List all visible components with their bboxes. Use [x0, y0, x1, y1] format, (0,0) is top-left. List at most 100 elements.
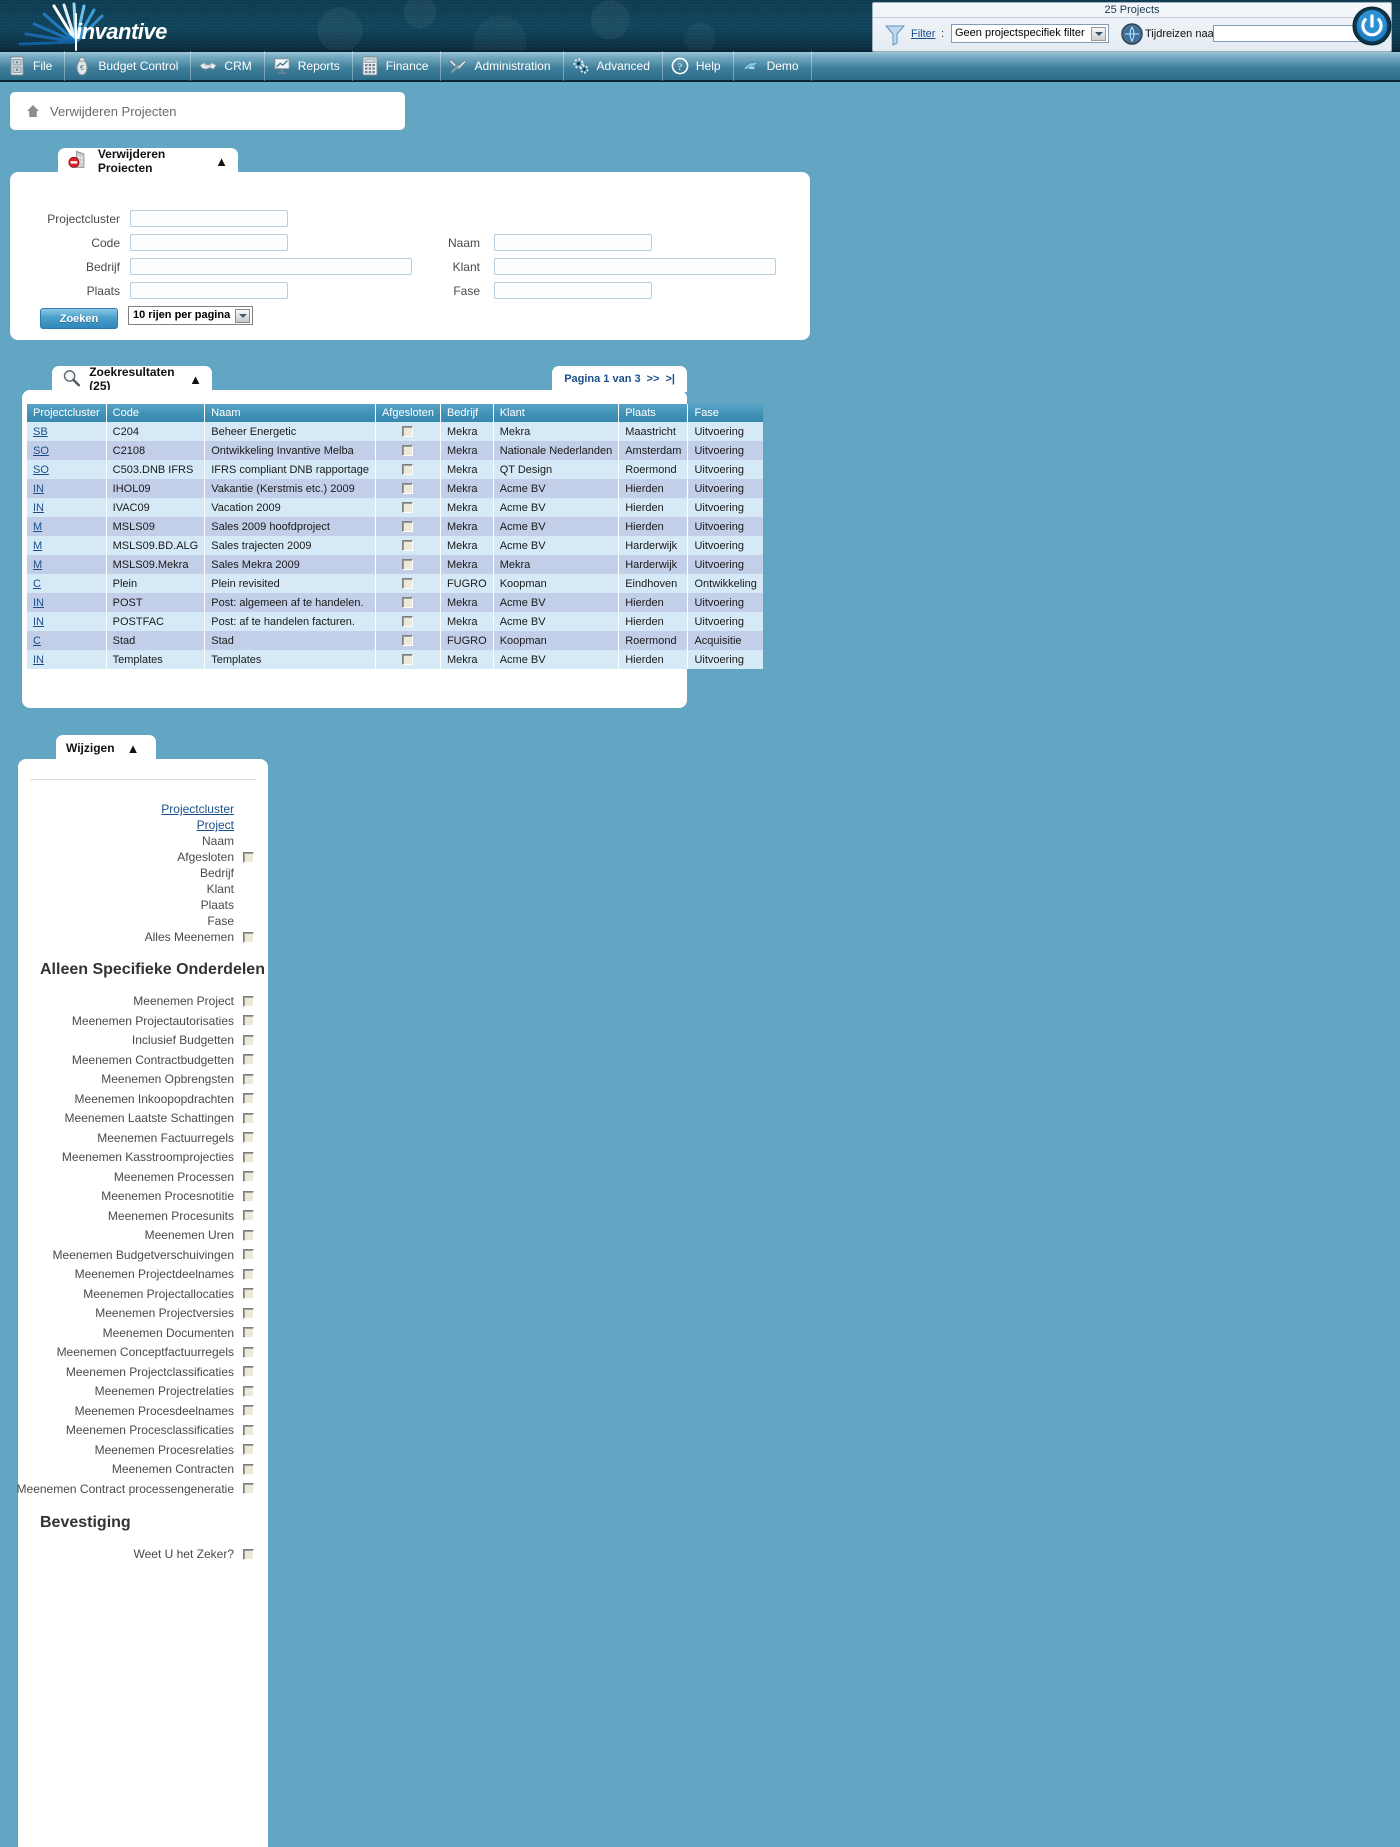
wijzigen-specific-7-row[interactable]: Meenemen Factuurregels — [97, 1130, 254, 1146]
col-projectcluster[interactable]: Projectcluster — [27, 404, 107, 422]
wijzigen-specific-25-row[interactable]: Meenemen Contract processengeneratie — [17, 1481, 254, 1497]
projectcluster-link[interactable]: IN — [33, 654, 44, 666]
table-row[interactable]: SB C204 Beheer Energetic Mekra Mekra Maastric… — [27, 422, 763, 441]
table-row[interactable]: SO C2108 Ontwikkeling Invantive Melba Mekra… — [27, 441, 763, 460]
wijzigen-specific-19-row[interactable]: Meenemen Projectclassificaties — [66, 1364, 254, 1380]
wijzigen-specific-25-checkbox[interactable] — [243, 1483, 254, 1494]
projectcluster-link[interactable]: M — [33, 559, 42, 571]
wijzigen-specific-3-row[interactable]: Meenemen Contractbudgetten — [72, 1052, 254, 1068]
wijzigen-specific-5-checkbox[interactable] — [243, 1093, 254, 1104]
wijzigen-specific-4-row[interactable]: Meenemen Opbrengsten — [101, 1071, 254, 1087]
menu-item-crm[interactable]: CRM — [191, 51, 265, 81]
wijzigen-specific-7-checkbox[interactable] — [243, 1132, 254, 1143]
wijzigen-specific-3-checkbox[interactable] — [243, 1054, 254, 1065]
wijzigen-specific-8-row[interactable]: Meenemen Kasstroomprojecties — [62, 1149, 254, 1165]
chevron-up-icon[interactable]: ▲ — [189, 372, 202, 387]
wijzigen-specific-24-checkbox[interactable] — [243, 1463, 254, 1475]
wijzigen-specific-15-row[interactable]: Meenemen Projectallocaties — [83, 1286, 254, 1302]
wijzigen-field-3-row[interactable]: Afgesloten — [177, 849, 254, 865]
input-fase[interactable] — [494, 282, 652, 299]
checkbox-afgesloten[interactable] — [402, 597, 414, 609]
wijzigen-specific-24-row[interactable]: Meenemen Contracten — [112, 1461, 254, 1477]
wijzigen-specific-8-checkbox[interactable] — [243, 1151, 254, 1163]
project-filter-select[interactable]: Geen projectspecifiek filter — [951, 24, 1109, 43]
projectcluster-link[interactable]: C — [33, 635, 41, 647]
rows-per-page-select[interactable]: 10 rijen per pagina — [128, 306, 253, 325]
projectcluster-link[interactable]: IN — [33, 483, 44, 495]
wijzigen-specific-13-row[interactable]: Meenemen Budgetverschuivingen — [53, 1247, 254, 1263]
wijzigen-specific-9-row[interactable]: Meenemen Processen — [114, 1169, 254, 1185]
wijzigen-specific-11-checkbox[interactable] — [243, 1210, 254, 1221]
table-row[interactable]: IN POST Post: algemeen af te handelen. Mekr… — [27, 593, 763, 612]
wijzigen-specific-2-row[interactable]: Inclusief Budgetten — [132, 1032, 254, 1048]
results-panel-tab[interactable]: Zoekresultaten (25) ▲ — [52, 365, 212, 393]
pagination-next[interactable]: >> — [647, 373, 660, 385]
wijzigen-specific-23-checkbox[interactable] — [243, 1444, 254, 1455]
chevron-up-icon[interactable]: ▲ — [215, 154, 228, 169]
wijzigen-specific-9-checkbox[interactable] — [243, 1171, 254, 1182]
wijzigen-field-3-checkbox[interactable] — [243, 851, 254, 863]
menu-item-reports[interactable]: Reports — [265, 51, 353, 81]
chevron-up-icon[interactable]: ▲ — [127, 741, 140, 756]
wijzigen-specific-22-row[interactable]: Meenemen Procesclassificaties — [66, 1422, 254, 1438]
checkbox-afgesloten[interactable] — [402, 578, 414, 590]
projectcluster-link[interactable]: M — [33, 521, 42, 533]
wijzigen-specific-5-row[interactable]: Meenemen Inkoopopdrachten — [75, 1091, 254, 1107]
wijzigen-specific-14-row[interactable]: Meenemen Projectdeelnames — [75, 1266, 254, 1282]
wijzigen-specific-0-checkbox[interactable] — [243, 995, 254, 1007]
wijzigen-specific-1-row[interactable]: Meenemen Projectautorisaties — [72, 1013, 254, 1029]
checkbox-afgesloten[interactable] — [402, 521, 414, 533]
wijzigen-specific-16-checkbox[interactable] — [243, 1307, 254, 1319]
wijzigen-specific-17-checkbox[interactable] — [243, 1327, 254, 1338]
checkbox-afgesloten[interactable] — [402, 540, 414, 552]
table-row[interactable]: IN POSTFAC Post: af te handelen facturen. M… — [27, 612, 763, 631]
checkbox-afgesloten[interactable] — [402, 445, 414, 457]
menu-item-finance[interactable]: Finance — [353, 51, 442, 81]
wijzigen-specific-14-checkbox[interactable] — [243, 1268, 254, 1280]
wijzigen-field-8-row[interactable]: Alles Meenemen — [145, 929, 254, 945]
wijzigen-panel-tab[interactable]: Wijzigen ▲ — [56, 735, 156, 761]
search-panel-tab[interactable]: Verwijderen Projecten ▲ — [58, 147, 238, 175]
wijzigen-specific-12-row[interactable]: Meenemen Uren — [145, 1227, 254, 1243]
wijzigen-specific-0-row[interactable]: Meenemen Project — [133, 993, 254, 1009]
wijzigen-specific-10-checkbox[interactable] — [243, 1190, 254, 1202]
projectcluster-link[interactable]: IN — [33, 616, 44, 628]
wijzigen-confirm-0-row[interactable]: Weet U het Zeker? — [134, 1546, 254, 1562]
projectcluster-link[interactable]: IN — [33, 502, 44, 514]
col-klant[interactable]: Klant — [493, 404, 620, 422]
table-row[interactable]: C Stad Stad FUGRO Koopman Roermond Acquisitie — [27, 631, 763, 650]
wijzigen-specific-21-row[interactable]: Meenemen Procesdeelnames — [75, 1403, 254, 1419]
pagination-last[interactable]: >| — [665, 373, 675, 385]
input-code[interactable] — [130, 234, 288, 251]
wijzigen-specific-17-row[interactable]: Meenemen Documenten — [103, 1325, 254, 1341]
menu-item-demo[interactable]: Demo — [734, 51, 812, 81]
wijzigen-specific-6-checkbox[interactable] — [243, 1112, 254, 1124]
input-projectcluster[interactable] — [130, 210, 288, 227]
chevron-down-icon[interactable] — [1091, 27, 1106, 41]
table-row[interactable]: IN Templates Templates Mekra Acme BV Hierden U… — [27, 650, 763, 669]
projectcluster-link[interactable]: M — [33, 540, 42, 552]
checkbox-afgesloten[interactable] — [402, 559, 414, 571]
wijzigen-confirm-0-checkbox[interactable] — [243, 1548, 254, 1560]
checkbox-afgesloten[interactable] — [402, 654, 414, 666]
wijzigen-specific-2-checkbox[interactable] — [243, 1034, 254, 1046]
table-row[interactable]: C Plein Plein revisited FUGRO Koopman Eindhov… — [27, 574, 763, 593]
col-fase[interactable]: Fase — [687, 404, 763, 422]
wijzigen-specific-23-row[interactable]: Meenemen Procesrelaties — [95, 1442, 254, 1458]
wijzigen-specific-10-row[interactable]: Meenemen Procesnotitie — [101, 1188, 254, 1204]
col-bedrijf[interactable]: Bedrijf — [440, 404, 494, 422]
projectcluster-link[interactable]: IN — [33, 597, 44, 609]
col-plaats[interactable]: Plaats — [618, 404, 689, 422]
checkbox-afgesloten[interactable] — [402, 483, 414, 495]
projectcluster-link[interactable]: SB — [33, 426, 48, 438]
wijzigen-field-8-checkbox[interactable] — [243, 931, 254, 943]
wijzigen-specific-4-checkbox[interactable] — [243, 1073, 254, 1085]
wijzigen-specific-6-row[interactable]: Meenemen Laatste Schattingen — [65, 1110, 254, 1126]
checkbox-afgesloten[interactable] — [402, 635, 414, 647]
projectcluster-link[interactable]: SO — [33, 445, 49, 457]
table-row[interactable]: M MSLS09 Sales 2009 hoofdproject Mekra Acme … — [27, 517, 763, 536]
menu-item-help[interactable]: ? Help — [663, 51, 734, 81]
table-row[interactable]: IN IVAC09 Vacation 2009 Mekra Acme BV Hierden… — [27, 498, 763, 517]
wijzigen-specific-19-checkbox[interactable] — [243, 1366, 254, 1377]
wijzigen-specific-21-checkbox[interactable] — [243, 1405, 254, 1416]
